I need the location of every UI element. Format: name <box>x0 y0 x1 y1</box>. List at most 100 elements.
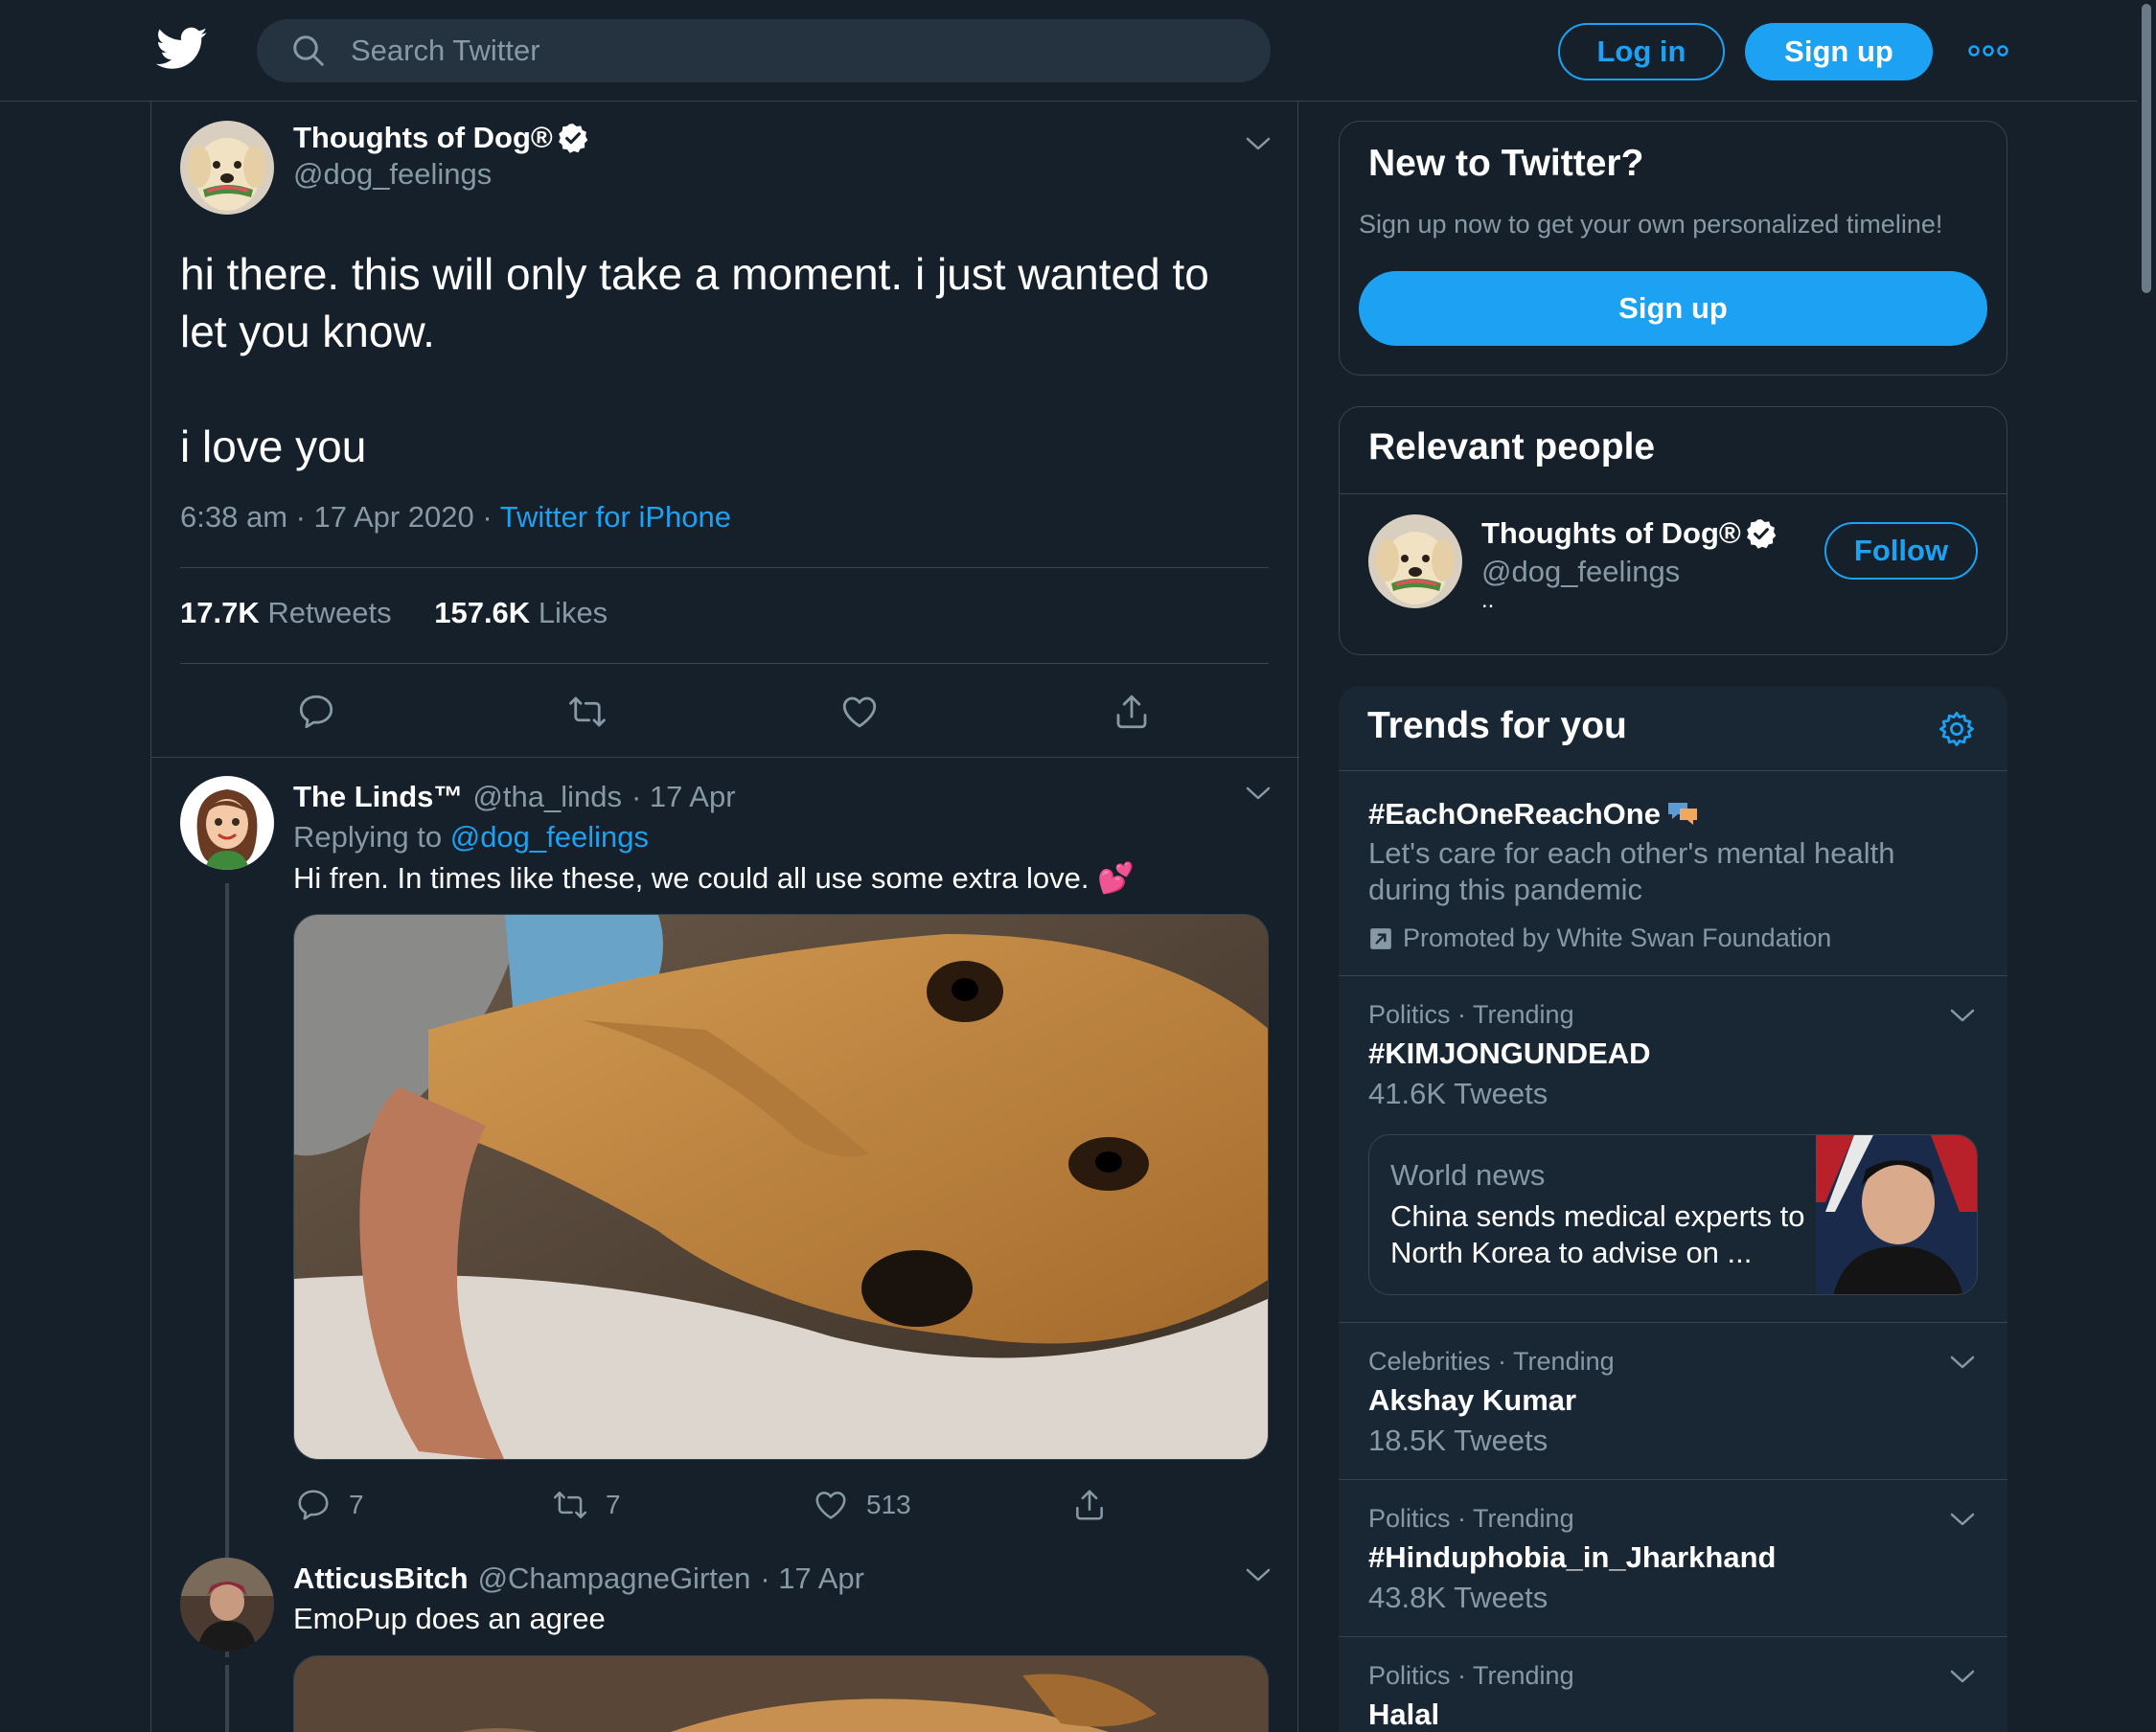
speech-bubbles-icon <box>1664 799 1701 830</box>
dog-avatar[interactable] <box>1368 514 1462 608</box>
divider <box>1340 493 2007 494</box>
trend-category: Politics · Trending <box>1368 1504 1574 1533</box>
news-thumbnail <box>1816 1135 1977 1294</box>
tweet-text: hi there. this will only take a moment. … <box>180 245 1263 475</box>
trend-item[interactable]: Celebrities · Trending Akshay Kumar 18.5… <box>1339 1322 2007 1479</box>
like-action[interactable]: 513 <box>813 1487 911 1523</box>
divider <box>180 663 1269 664</box>
chevron-down-icon[interactable] <box>1948 1353 1977 1372</box>
reply-author-name[interactable]: The Linds™ <box>293 780 463 814</box>
atticus-avatar[interactable] <box>180 1558 274 1652</box>
replying-to-prefix: Replying to <box>293 820 443 854</box>
twitter-logo-icon[interactable] <box>156 27 208 71</box>
tweet-author-name[interactable]: Thoughts of Dog® <box>293 121 589 155</box>
reply-count: 7 <box>349 1490 364 1519</box>
trend-item[interactable]: Politics · Trending Halal <box>1339 1636 2007 1732</box>
person-handle[interactable]: @dog_feelings <box>1481 555 1680 589</box>
like-count: 513 <box>866 1490 911 1519</box>
tweet-author-handle[interactable]: @dog_feelings <box>293 157 492 192</box>
signup-button[interactable]: Sign up <box>1359 271 1987 346</box>
share-icon[interactable] <box>1112 692 1152 732</box>
reply-icon[interactable] <box>296 692 336 732</box>
reply-date[interactable]: · 17 Apr <box>760 1561 864 1596</box>
retweet-icon[interactable] <box>567 692 608 732</box>
divider <box>180 567 1269 568</box>
reply-action[interactable]: 7 <box>295 1487 364 1523</box>
tweet-meta: 6:38 am · 17 Apr 2020 · Twitter for iPho… <box>180 500 731 535</box>
main-timeline: Thoughts of Dog® @dog_feelings hi there.… <box>150 102 1299 1732</box>
reply-text: EmoPup does an agree <box>293 1602 606 1635</box>
retweet-action[interactable]: 7 <box>552 1487 621 1523</box>
signup-button[interactable]: Sign up <box>1745 23 1933 80</box>
retweets-count[interactable]: 17.7K <box>180 596 260 629</box>
divider <box>151 757 1299 758</box>
reply-text: Hi fren. In times like these, we could a… <box>293 861 1135 895</box>
dog-photo[interactable] <box>293 1655 1269 1732</box>
search-bar[interactable] <box>257 19 1271 82</box>
scrollbar-thumb[interactable] <box>2142 4 2151 293</box>
news-card[interactable]: World news China sends medical experts t… <box>1368 1134 1978 1295</box>
scrollbar[interactable] <box>2137 0 2156 1732</box>
tweet-text-line: i love you <box>180 422 367 471</box>
author-name-text: Thoughts of Dog® <box>293 121 553 154</box>
top-header: Log in Sign up <box>0 0 2137 102</box>
dog-photo[interactable] <box>293 914 1269 1460</box>
reply-author-handle[interactable]: @ChampagneGirten <box>478 1561 751 1596</box>
follow-button[interactable]: Follow <box>1824 522 1978 580</box>
dog-avatar[interactable] <box>180 121 274 215</box>
promoted-label: Promoted by White Swan Foundation <box>1368 923 1831 953</box>
chevron-down-icon[interactable] <box>1244 1565 1273 1584</box>
retweet-icon[interactable] <box>552 1487 588 1523</box>
promoted-by-text: Promoted by White Swan Foundation <box>1403 923 1832 952</box>
chevron-down-icon[interactable] <box>1948 1510 1977 1529</box>
trend-title: Halal <box>1368 1698 1440 1731</box>
tweet-stats: 17.7K Retweets 157.6K Likes <box>180 596 642 630</box>
trend-category: Politics · Trending <box>1368 1661 1574 1690</box>
trend-title: Akshay Kumar <box>1368 1383 1577 1417</box>
tweet-source-link[interactable]: Twitter for iPhone <box>500 500 731 534</box>
tweet-text-line: hi there. this will only take a moment. … <box>180 249 1209 356</box>
like-icon[interactable] <box>839 692 880 732</box>
login-button[interactable]: Log in <box>1558 23 1725 80</box>
reply-author-handle[interactable]: @tha_linds <box>472 780 622 814</box>
reply-date[interactable]: · 17 Apr <box>631 780 736 814</box>
chevron-down-icon[interactable] <box>1244 134 1273 153</box>
chevron-down-icon[interactable] <box>1244 784 1273 803</box>
person-name-text: Thoughts of Dog® <box>1481 516 1741 550</box>
trend-item[interactable]: Politics · Trending #Hinduphobia_in_Jhar… <box>1339 1479 2007 1636</box>
trend-title: #EachOneReachOne <box>1368 797 1701 832</box>
share-action[interactable] <box>1071 1487 1108 1523</box>
trend-item[interactable]: Politics · Trending #KIMJONGUNDEAD 41.6K… <box>1339 975 2007 1322</box>
replying-to-handle[interactable]: @dog_feelings <box>450 820 649 854</box>
likes-count[interactable]: 157.6K <box>434 596 530 629</box>
chevron-down-icon[interactable] <box>1948 1006 1977 1025</box>
tweet-timestamp[interactable]: 6:38 am · 17 Apr 2020 · <box>180 500 500 534</box>
reply-author-name[interactable]: AtticusBitch <box>293 1561 469 1596</box>
trend-description: Let's care for each other's mental healt… <box>1368 836 1895 906</box>
reply-header: AtticusBitch @ChampagneGirten · 17 Apr <box>293 1561 864 1596</box>
news-label: World news <box>1390 1158 1546 1192</box>
news-title: China sends medical experts to North Kor… <box>1390 1199 1805 1269</box>
trend-title-text: #EachOneReachOne <box>1368 797 1661 831</box>
new-to-twitter-card: New to Twitter? Sign up now to get your … <box>1339 121 2007 376</box>
chevron-down-icon[interactable] <box>1948 1667 1977 1686</box>
card-title: Relevant people <box>1368 426 1656 467</box>
search-input[interactable] <box>351 34 1213 68</box>
reply-icon[interactable] <box>295 1487 332 1523</box>
person-name[interactable]: Thoughts of Dog® <box>1481 516 1778 551</box>
linds-avatar[interactable] <box>180 776 274 870</box>
retweets-label[interactable]: Retweets <box>267 596 391 629</box>
trend-promoted[interactable]: #EachOneReachOne Let's care for each oth… <box>1339 770 2007 975</box>
verified-badge-icon <box>557 122 589 154</box>
card-title: New to Twitter? <box>1368 143 1644 184</box>
like-icon[interactable] <box>813 1487 849 1523</box>
likes-label[interactable]: Likes <box>539 596 608 629</box>
settings-gear-icon[interactable] <box>1937 709 1977 749</box>
reply-thread-line <box>225 883 229 1657</box>
replying-to: Replying to @dog_feelings <box>293 820 649 855</box>
more-options-icon[interactable] <box>1968 40 2008 61</box>
trend-count: 43.8K Tweets <box>1368 1581 1548 1614</box>
trends-card: Trends for you #EachOneReachOne Let's ca… <box>1339 686 2007 1732</box>
share-icon[interactable] <box>1071 1487 1108 1523</box>
relevant-people-card: Relevant people Thoughts of Dog® @dog_fe… <box>1339 406 2007 655</box>
